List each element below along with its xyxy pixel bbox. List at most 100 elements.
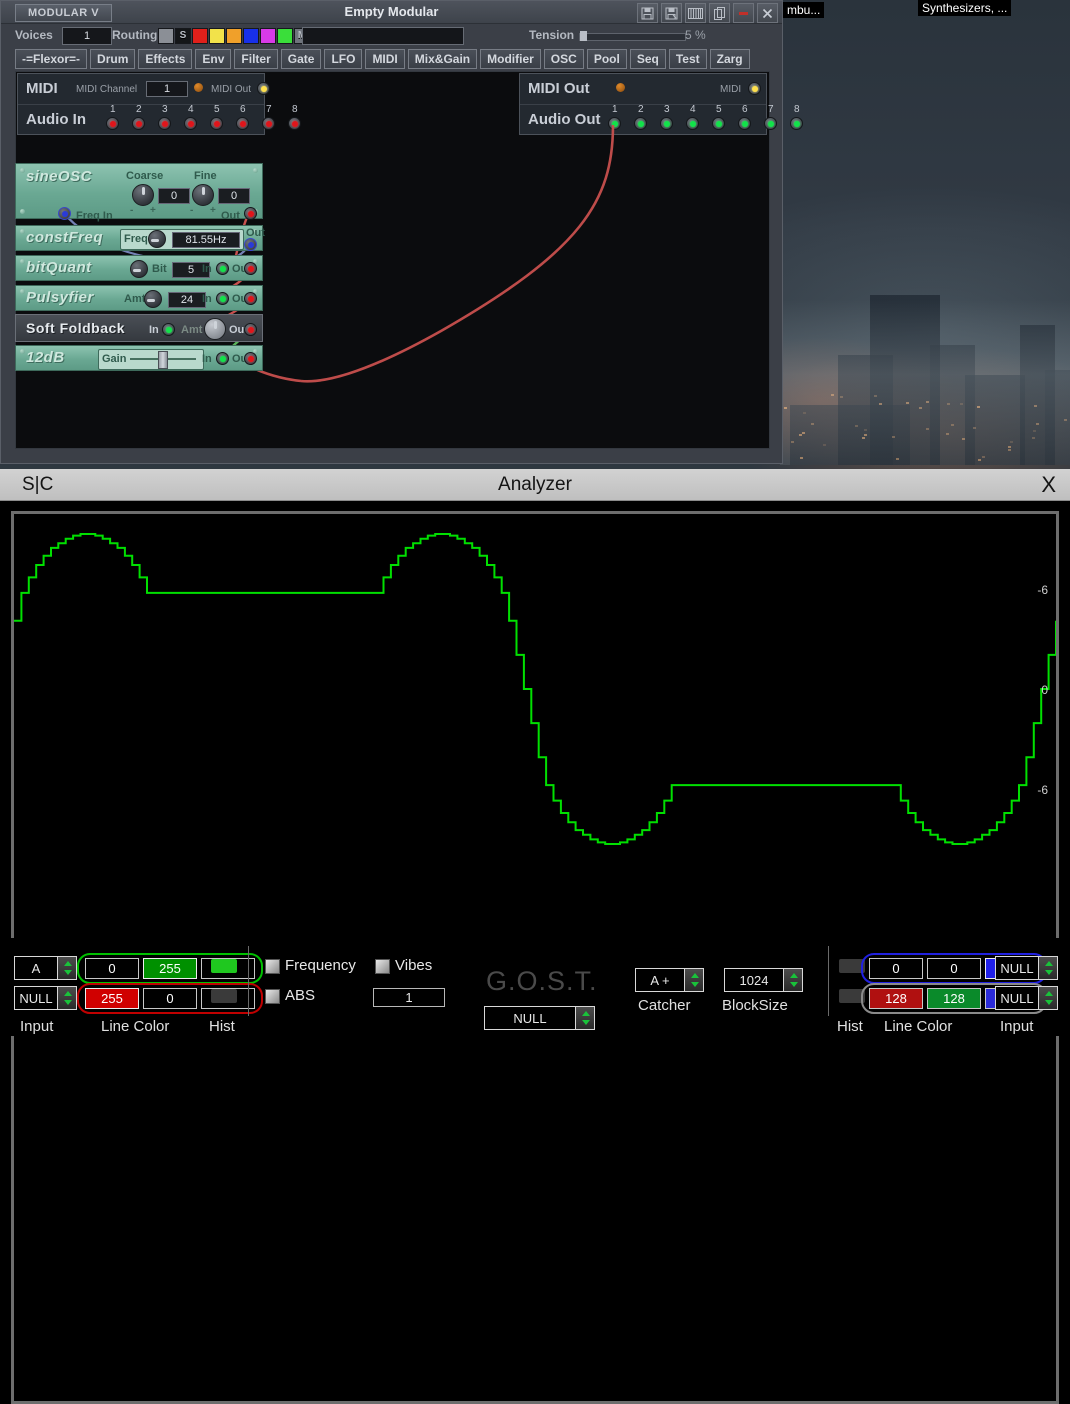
vibes-checkbox[interactable] [375, 959, 390, 974]
midi-out-jack[interactable] [257, 82, 270, 95]
left-input-select-1[interactable]: NULL [14, 986, 77, 1010]
audio-out-jack-4[interactable] [686, 117, 699, 130]
pulsyfier-out-jack[interactable] [244, 292, 257, 305]
left-rgb-r-0[interactable]: 0 [85, 958, 139, 979]
minimize-icon[interactable] [733, 3, 754, 23]
tab-zarg[interactable]: Zarg [710, 49, 750, 69]
audio-in-jack-1[interactable] [106, 117, 119, 130]
fine-value[interactable]: 0 [218, 188, 250, 204]
routing-swatch-solo[interactable]: S [175, 28, 191, 44]
gost-dropdown-spinner[interactable] [576, 1006, 595, 1030]
constfreq-out-jack[interactable] [244, 238, 257, 251]
tension-slider[interactable] [579, 33, 686, 41]
constfreq-freq-value[interactable]: 81.55Hz [172, 232, 240, 248]
right-rgb-g-1[interactable]: 128 [927, 988, 981, 1009]
routing-swatch-green[interactable] [277, 28, 293, 44]
tension-slider-handle[interactable] [580, 31, 587, 41]
left-hist-swatch-0[interactable] [211, 959, 237, 973]
right-input-value-1[interactable]: NULL [995, 986, 1039, 1010]
filter-out-jack[interactable] [244, 352, 257, 365]
bitquant-knob[interactable] [130, 260, 148, 278]
module-soft-foldback[interactable]: Soft Foldback In Amt Out [15, 314, 263, 342]
blocksize-value[interactable]: 1024 [724, 968, 784, 992]
routing-swatch-orange[interactable] [226, 28, 242, 44]
sineosc-freq-in-jack[interactable] [58, 207, 71, 220]
abs-checkbox[interactable] [265, 989, 280, 1004]
tab-pool[interactable]: Pool [587, 49, 627, 69]
left-rgb-g-0[interactable]: 255 [143, 958, 197, 979]
routing-swatch-gray[interactable] [158, 28, 174, 44]
audio-out-jack-6[interactable] [738, 117, 751, 130]
audio-in-jack-2[interactable] [132, 117, 145, 130]
left-rgb-g-1[interactable]: 0 [143, 988, 197, 1009]
left-input-select-0[interactable]: A [14, 956, 77, 980]
module-pulsyfier[interactable]: Pulsyfier Amt 24 In Out [15, 285, 263, 311]
routing-swatch-red[interactable] [192, 28, 208, 44]
close-icon[interactable] [757, 3, 778, 23]
tab-lfo[interactable]: LFO [324, 49, 362, 69]
gost-dropdown[interactable]: NULL [484, 1006, 595, 1030]
fine-knob[interactable] [192, 184, 214, 206]
tab-osc[interactable]: OSC [544, 49, 584, 69]
tab-filter[interactable]: Filter [234, 49, 277, 69]
blocksize-select[interactable]: 1024 [724, 968, 803, 992]
tab-modifier[interactable]: Modifier [480, 49, 541, 69]
audio-out-jack-1[interactable] [608, 117, 621, 130]
audio-out-jack-2[interactable] [634, 117, 647, 130]
left-hist-swatch-1[interactable] [211, 989, 237, 1003]
left-input-value-1[interactable]: NULL [14, 986, 58, 1010]
midi-channel-value[interactable]: 1 [146, 81, 188, 97]
foldback-out-jack[interactable] [244, 323, 257, 336]
audio-in-jack-5[interactable] [210, 117, 223, 130]
audio-out-jack-5[interactable] [712, 117, 725, 130]
audio-in-jack-3[interactable] [158, 117, 171, 130]
audio-out-jack-3[interactable] [660, 117, 673, 130]
frequency-checkbox[interactable] [265, 959, 280, 974]
audio-in-jack-7[interactable] [262, 117, 275, 130]
coarse-value[interactable]: 0 [158, 188, 190, 204]
catcher-spinner[interactable] [685, 968, 704, 992]
module-12db[interactable]: 12dB Gain In Out [15, 345, 263, 371]
tab-drum[interactable]: Drum [90, 49, 135, 69]
routing-swatch-yellow[interactable] [209, 28, 225, 44]
tab-flexor[interactable]: -=Flexor=- [15, 49, 87, 69]
right-input-select-1[interactable]: NULL [995, 986, 1058, 1010]
left-input-value-0[interactable]: A [14, 956, 58, 980]
pulsyfier-in-jack[interactable] [216, 292, 229, 305]
bitquant-out-jack[interactable] [244, 262, 257, 275]
catcher-value[interactable]: A + [635, 968, 685, 992]
routing-swatch-blue[interactable] [243, 28, 259, 44]
save-as-icon[interactable] [661, 3, 682, 23]
left-rgb-r-1[interactable]: 255 [85, 988, 139, 1009]
left-input-spinner-0[interactable] [58, 956, 77, 980]
blocksize-spinner[interactable] [784, 968, 803, 992]
filter-in-jack[interactable] [216, 352, 229, 365]
module-constfreq[interactable]: constFreq Freq 81.55Hz Out [15, 225, 263, 251]
routing-swatch-magenta[interactable] [260, 28, 276, 44]
coarse-knob[interactable] [132, 184, 154, 206]
right-input-spinner-0[interactable] [1039, 956, 1058, 980]
tab-env[interactable]: Env [195, 49, 231, 69]
tab-midi[interactable]: MIDI [365, 49, 404, 69]
gost-dropdown-value[interactable]: NULL [484, 1006, 576, 1030]
right-input-value-0[interactable]: NULL [995, 956, 1039, 980]
pulsyfier-amt-value[interactable]: 24 [168, 292, 206, 308]
audio-out-jack-8[interactable] [790, 117, 803, 130]
tab-effects[interactable]: Effects [138, 49, 192, 69]
module-bitquant[interactable]: bitQuant Bit 5 In Out [15, 255, 263, 281]
tab-seq[interactable]: Seq [630, 49, 666, 69]
sineosc-out-jack[interactable] [244, 207, 257, 220]
copy-icon[interactable] [709, 3, 730, 23]
right-input-select-0[interactable]: NULL [995, 956, 1058, 980]
right-rgb-r-1[interactable]: 128 [869, 988, 923, 1009]
bitquant-in-jack[interactable] [216, 262, 229, 275]
tab-mix-gain[interactable]: Mix&Gain [408, 49, 477, 69]
audio-in-jack-4[interactable] [184, 117, 197, 130]
constfreq-freq-knob[interactable] [148, 230, 166, 248]
pulsyfier-knob[interactable] [144, 290, 162, 308]
left-input-spinner-1[interactable] [58, 986, 77, 1010]
taskbar-item-1[interactable]: Synthesizers, ... [918, 0, 1011, 16]
gain-slider-handle[interactable] [158, 351, 168, 369]
voices-value[interactable]: 1 [62, 27, 112, 45]
options-value-box[interactable]: 1 [373, 988, 445, 1007]
